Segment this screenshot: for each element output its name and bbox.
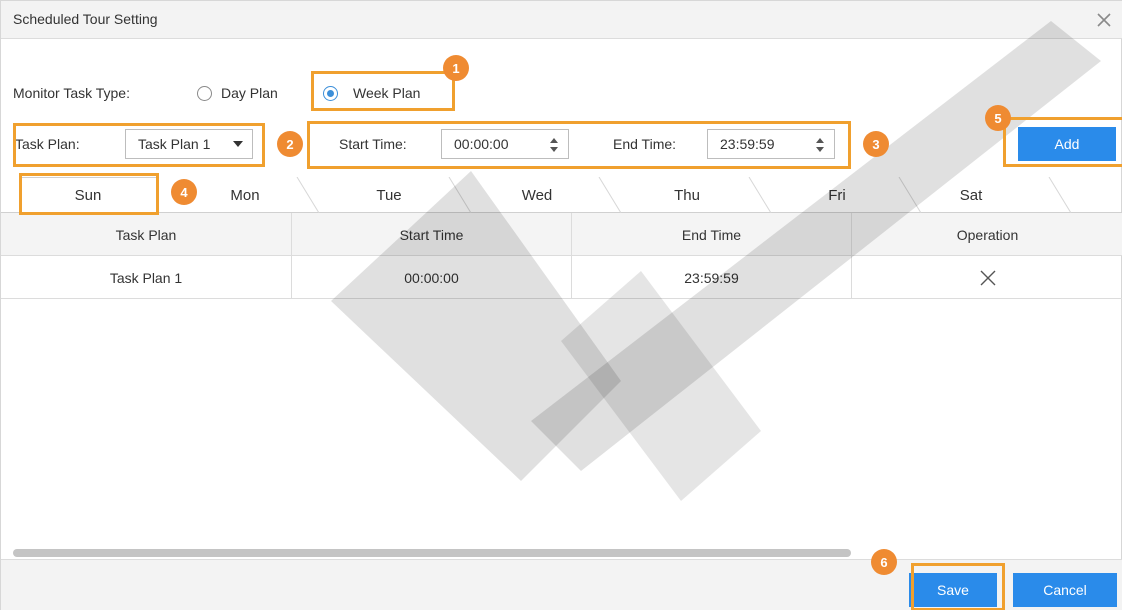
callout-badge-4: 4: [171, 179, 197, 205]
week-plan-label[interactable]: Week Plan: [353, 85, 420, 101]
title-bar: Scheduled Tour Setting: [1, 1, 1122, 39]
tab-wed[interactable]: Wed: [489, 177, 585, 213]
tab-mon[interactable]: Mon: [197, 177, 293, 213]
horizontal-scrollbar[interactable]: [13, 549, 851, 557]
week-plan-radio[interactable]: [323, 86, 338, 101]
callout-badge-6: 6: [871, 549, 897, 575]
end-time-input[interactable]: 23:59:59: [707, 129, 835, 159]
end-time-label: End Time:: [613, 136, 677, 152]
task-plan-value: Task Plan 1: [138, 136, 211, 152]
callout-badge-2: 2: [277, 131, 303, 157]
start-time-label: Start Time:: [339, 136, 407, 152]
spinner-icon[interactable]: [548, 136, 560, 154]
spinner-icon[interactable]: [814, 136, 826, 154]
callout-badge-1: 1: [443, 55, 469, 81]
callout-badge-3: 3: [863, 131, 889, 157]
day-tabs: Sun Mon Tue Wed Thu Fri Sat: [1, 177, 1122, 213]
close-button[interactable]: [1091, 7, 1117, 33]
cell-end-time: 23:59:59: [572, 256, 852, 299]
callout-badge-5: 5: [985, 105, 1011, 131]
watermark: [331, 21, 1101, 501]
tab-sat[interactable]: Sat: [923, 177, 1019, 213]
add-button[interactable]: Add: [1018, 127, 1116, 161]
header-task-plan: Task Plan: [1, 213, 292, 256]
header-operation: Operation: [956, 226, 1019, 243]
tab-tue[interactable]: Tue: [341, 177, 437, 213]
header-start-time: Start Time: [292, 213, 572, 256]
table-header-row: Task Plan Start Time End Time Operation: [1, 213, 1122, 256]
end-time-value: 23:59:59: [720, 136, 775, 152]
save-button[interactable]: Save: [909, 573, 997, 607]
cell-operation: [852, 256, 1122, 299]
tab-sun[interactable]: Sun: [19, 177, 157, 213]
caret-down-icon: [233, 141, 243, 147]
delete-icon[interactable]: [979, 269, 997, 287]
start-time-input[interactable]: 00:00:00: [441, 129, 569, 159]
tab-fri[interactable]: Fri: [789, 177, 885, 213]
cell-task-plan: Task Plan 1: [1, 256, 292, 299]
scheduled-tour-dialog: Scheduled Tour Setting Monitor Task Type…: [0, 0, 1122, 610]
dialog-title: Scheduled Tour Setting: [13, 11, 158, 27]
start-time-value: 00:00:00: [454, 136, 509, 152]
cell-start-time: 00:00:00: [292, 256, 572, 299]
monitor-task-type-label: Monitor Task Type:: [13, 85, 130, 101]
header-end-time: End Time: [572, 213, 852, 256]
task-plan-select[interactable]: Task Plan 1: [125, 129, 253, 159]
table-row: Task Plan 1 00:00:00 23:59:59: [1, 256, 1122, 299]
close-icon: [1097, 13, 1111, 27]
day-plan-label[interactable]: Day Plan: [221, 85, 278, 101]
day-plan-radio[interactable]: [197, 86, 212, 101]
tab-thu[interactable]: Thu: [639, 177, 735, 213]
task-plan-label: Task Plan:: [15, 136, 80, 152]
cancel-button[interactable]: Cancel: [1013, 573, 1117, 607]
